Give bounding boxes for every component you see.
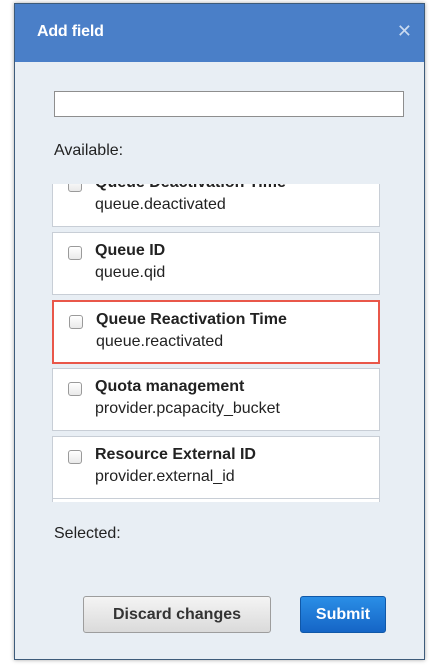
field-checkbox[interactable] <box>68 382 82 396</box>
field-search-input[interactable] <box>54 91 404 117</box>
list-item-partial[interactable] <box>52 498 380 502</box>
list-item[interactable]: Resource External ID provider.external_i… <box>52 436 380 499</box>
dialog-title: Add field <box>37 23 104 40</box>
field-key: provider.external_id <box>95 468 235 485</box>
discard-changes-button[interactable]: Discard changes <box>83 596 271 633</box>
add-field-dialog: Add field ✕ Available: Queue Deactivatio… <box>14 3 425 660</box>
field-checkbox[interactable] <box>68 450 82 464</box>
selected-label: Selected: <box>54 525 121 542</box>
field-name: Queue Reactivation Time <box>96 311 287 328</box>
dialog-titlebar: Add field ✕ <box>15 4 424 62</box>
list-item[interactable]: Queue Deactivation Time queue.deactivate… <box>52 184 380 227</box>
field-name: Queue Deactivation Time <box>95 184 286 192</box>
available-fields-list[interactable]: Queue Deactivation Time queue.deactivate… <box>52 184 382 502</box>
field-key: provider.pcapacity_bucket <box>95 400 280 417</box>
field-name: Queue ID <box>95 242 166 259</box>
field-checkbox[interactable] <box>68 184 82 192</box>
close-icon[interactable]: ✕ <box>397 22 412 40</box>
available-label: Available: <box>54 142 124 159</box>
submit-button[interactable]: Submit <box>300 596 386 633</box>
field-checkbox[interactable] <box>68 246 82 260</box>
field-key: queue.deactivated <box>95 196 226 213</box>
list-item-highlighted[interactable]: Queue Reactivation Time queue.reactivate… <box>52 300 380 364</box>
field-name: Resource External ID <box>95 446 256 463</box>
list-item[interactable]: Quota management provider.pcapacity_buck… <box>52 368 380 431</box>
field-name: Quota management <box>95 378 245 395</box>
field-key: queue.qid <box>95 264 166 281</box>
list-item[interactable]: Queue ID queue.qid <box>52 232 380 295</box>
field-checkbox[interactable] <box>69 315 83 329</box>
field-key: queue.reactivated <box>96 333 224 350</box>
